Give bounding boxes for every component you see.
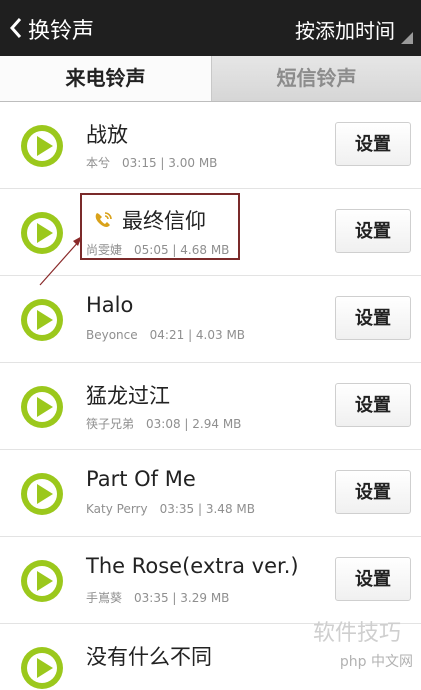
set-ringtone-button[interactable]: 设置 [335, 470, 411, 514]
play-icon[interactable] [20, 124, 64, 168]
watermark-text: 软件技巧 [312, 621, 401, 646]
back-chevron-icon[interactable] [6, 14, 28, 42]
song-meta: 筷子兄弟 03:08 | 2.94 MB [86, 417, 242, 431]
song-duration: 03:35 [134, 591, 169, 605]
song-title: Halo [86, 293, 134, 317]
song-duration: 04:21 [149, 328, 185, 342]
set-ringtone-button[interactable]: 设置 [335, 296, 411, 340]
list-item[interactable]: Part Of Me Katy Perry 03:35 | 3.48 MB 设置 [0, 450, 421, 537]
sort-dropdown[interactable]: 按添加时间 [295, 15, 395, 44]
top-bar: 换铃声 按添加时间 [0, 0, 421, 56]
song-meta: Katy Perry 03:35 | 3.48 MB [86, 502, 255, 516]
song-artist: 筷子兄弟 [86, 417, 135, 431]
song-meta: Beyonce 04:21 | 4.03 MB [86, 328, 246, 342]
list-item[interactable]: Halo Beyonce 04:21 | 4.03 MB 设置 [0, 276, 421, 363]
song-artist: Katy Perry [86, 502, 148, 516]
play-icon[interactable] [20, 211, 64, 255]
list-item[interactable]: The Rose(extra ver.) 手嶌葵 03:35 | 3.29 MB … [0, 537, 421, 624]
watermark-logo-text: php 中文网 [339, 654, 413, 670]
song-size: 2.94 MB [192, 417, 242, 431]
tab-bar: 来电铃声 短信铃声 [0, 56, 421, 102]
song-title: Part Of Me [86, 467, 196, 491]
song-meta: 本兮 03:15 | 3.00 MB [86, 156, 218, 170]
ringtone-list: 战放 本兮 03:15 | 3.00 MB 设置 最终信仰 尚雯婕 05:05 | … [0, 102, 421, 689]
page-title: 换铃声 [28, 19, 95, 44]
song-duration: 03:35 [159, 502, 195, 516]
song-artist: Beyonce [86, 328, 138, 342]
song-size: 4.03 MB [195, 328, 246, 342]
play-icon[interactable] [20, 385, 64, 429]
list-item[interactable]: 猛龙过江 筷子兄弟 03:08 | 2.94 MB 设置 [0, 363, 421, 450]
song-title: 猛龙过江 [86, 384, 170, 408]
song-size: 3.29 MB [180, 591, 230, 605]
song-title: 战放 [86, 123, 128, 147]
song-meta: 手嶌葵 03:35 | 3.29 MB [86, 591, 230, 605]
play-icon[interactable] [20, 472, 64, 516]
song-title: 没有什么不同 [86, 645, 212, 669]
song-size: 3.00 MB [168, 156, 218, 170]
play-icon[interactable] [20, 298, 64, 342]
song-artist: 手嶌葵 [86, 591, 123, 605]
song-artist: 本兮 [86, 156, 111, 170]
set-ringtone-button[interactable]: 设置 [335, 557, 411, 601]
play-icon[interactable] [20, 646, 64, 690]
song-duration: 03:08 [146, 417, 181, 431]
set-ringtone-button[interactable]: 设置 [335, 383, 411, 427]
tab-sms-ringtone[interactable]: 短信铃声 [212, 56, 421, 101]
dropdown-corner-icon [401, 32, 413, 44]
set-ringtone-button[interactable]: 设置 [335, 122, 411, 166]
song-title: The Rose(extra ver.) [86, 554, 299, 578]
song-size: 3.48 MB [205, 502, 255, 516]
play-icon[interactable] [20, 559, 64, 603]
current-ringtone-phone-icon [95, 212, 112, 227]
song-duration: 03:15 [122, 156, 157, 170]
tab-call-ringtone[interactable]: 来电铃声 [0, 56, 212, 101]
set-ringtone-button[interactable]: 设置 [335, 209, 411, 253]
list-item[interactable]: 战放 本兮 03:15 | 3.00 MB 设置 [0, 102, 421, 189]
